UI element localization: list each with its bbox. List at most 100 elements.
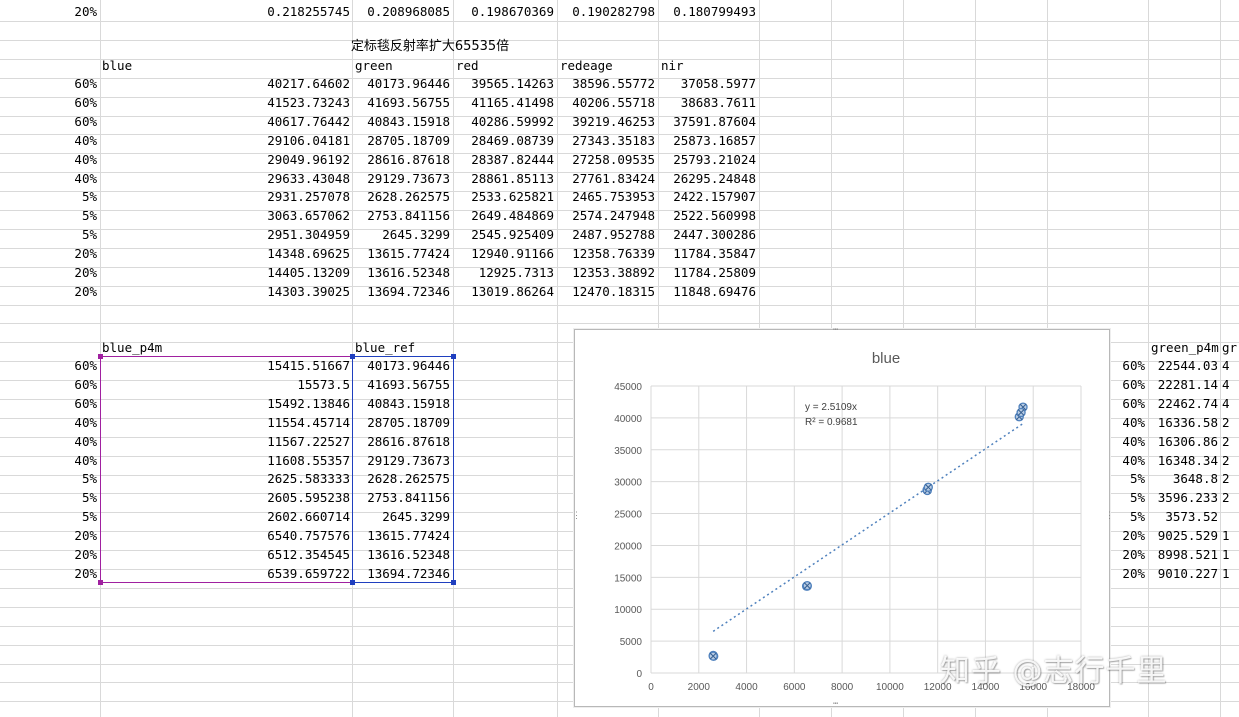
data-cell[interactable]: 4	[1222, 357, 1239, 375]
header-cell-blue[interactable]: blue	[102, 57, 350, 75]
header-cell-redeage[interactable]: redeage	[560, 57, 656, 75]
data-cell[interactable]: 41693.56755	[352, 94, 450, 112]
data-cell[interactable]: 12940.91166	[453, 245, 554, 263]
row-label[interactable]: 40%	[0, 132, 97, 150]
data-cell[interactable]: 40286.59992	[453, 113, 554, 131]
data-cell[interactable]: 22462.74	[1148, 395, 1218, 413]
data-cell[interactable]: 13019.86264	[453, 283, 554, 301]
data-cell[interactable]	[1222, 508, 1239, 526]
data-cell[interactable]: 12925.7313	[453, 264, 554, 282]
data-cell[interactable]: 2422.157907	[658, 188, 756, 206]
data-cell[interactable]: 2931.257078	[100, 188, 350, 206]
data-cell[interactable]: 1	[1222, 546, 1239, 564]
data-cell[interactable]: 3573.52	[1148, 508, 1218, 526]
row-label[interactable]: 40%	[0, 452, 97, 470]
data-cell[interactable]: 9025.529	[1148, 527, 1218, 545]
data-cell[interactable]: 1	[1222, 527, 1239, 545]
data-cell[interactable]: 13615.77424	[352, 245, 450, 263]
row-label[interactable]: 5%	[0, 508, 97, 526]
data-cell[interactable]: 16348.34	[1148, 452, 1218, 470]
data-cell[interactable]: 40843.15918	[352, 113, 450, 131]
range-handle[interactable]	[98, 354, 103, 359]
data-cell[interactable]: 0.208968085	[352, 3, 450, 21]
data-cell[interactable]: 29129.73673	[352, 170, 450, 188]
header-cell-red[interactable]: red	[456, 57, 555, 75]
data-cell[interactable]: 29633.43048	[100, 170, 350, 188]
data-cell[interactable]: 4	[1222, 376, 1239, 394]
data-cell[interactable]: 37058.5977	[658, 75, 756, 93]
data-cell[interactable]: 2	[1222, 489, 1239, 507]
data-cell[interactable]: 16306.86	[1148, 433, 1218, 451]
data-cell[interactable]: 2	[1222, 452, 1239, 470]
data-cell[interactable]: 2753.841156	[352, 207, 450, 225]
data-cell[interactable]: 13694.72346	[352, 283, 450, 301]
data-cell[interactable]: 12470.18315	[557, 283, 655, 301]
data-cell[interactable]: 16336.58	[1148, 414, 1218, 432]
data-cell[interactable]: 2628.262575	[352, 188, 450, 206]
data-cell[interactable]: 0.190282798	[557, 3, 655, 21]
data-cell[interactable]: 2951.304959	[100, 226, 350, 244]
data-cell[interactable]: 3063.657062	[100, 207, 350, 225]
header-cell-green[interactable]: green	[355, 57, 451, 75]
data-cell[interactable]: 28705.18709	[352, 132, 450, 150]
data-cell[interactable]: 28469.08739	[453, 132, 554, 150]
range-handle[interactable]	[350, 354, 355, 359]
row-label[interactable]: 5%	[0, 207, 97, 225]
row-label[interactable]: 60%	[0, 395, 97, 413]
row-label[interactable]: 60%	[0, 357, 97, 375]
row-label[interactable]: 20%	[0, 283, 97, 301]
data-cell[interactable]: 41523.73243	[100, 94, 350, 112]
row-label[interactable]: 60%	[0, 376, 97, 394]
data-cell[interactable]: 12358.76339	[557, 245, 655, 263]
data-cell[interactable]: 41165.41498	[453, 94, 554, 112]
data-cell[interactable]: 2487.952788	[557, 226, 655, 244]
data-cell[interactable]: 14303.39025	[100, 283, 350, 301]
data-cell[interactable]: 22544.03	[1148, 357, 1218, 375]
row-label[interactable]: 20%	[0, 3, 97, 21]
data-cell[interactable]: 3648.8	[1148, 470, 1218, 488]
row-label[interactable]: 5%	[0, 226, 97, 244]
data-cell[interactable]: 2645.3299	[352, 226, 450, 244]
data-cell[interactable]: 4	[1222, 395, 1239, 413]
data-cell[interactable]: 27258.09535	[557, 151, 655, 169]
header-cell-green-p4m[interactable]: green_p4m	[1151, 339, 1219, 357]
data-cell[interactable]: 40206.55718	[557, 94, 655, 112]
range-handle[interactable]	[451, 580, 456, 585]
data-cell[interactable]: 2533.625821	[453, 188, 554, 206]
data-cell[interactable]: 2522.560998	[658, 207, 756, 225]
data-cell[interactable]: 12353.38892	[557, 264, 655, 282]
data-cell[interactable]: 29049.96192	[100, 151, 350, 169]
data-cell[interactable]: 2465.753953	[557, 188, 655, 206]
data-cell[interactable]: 9010.227	[1148, 565, 1218, 583]
data-cell[interactable]: 39219.46253	[557, 113, 655, 131]
header-cell-blue-ref[interactable]: blue_ref	[355, 339, 451, 357]
data-cell[interactable]: 0.180799493	[658, 3, 756, 21]
row-label[interactable]: 5%	[0, 489, 97, 507]
data-cell[interactable]: 27343.35183	[557, 132, 655, 150]
row-label[interactable]: 20%	[0, 546, 97, 564]
row-label[interactable]: 20%	[0, 245, 97, 263]
data-cell[interactable]: 0.218255745	[100, 3, 350, 21]
data-cell[interactable]: 13616.52348	[352, 264, 450, 282]
data-cell[interactable]: 28861.85113	[453, 170, 554, 188]
range-handle[interactable]	[98, 580, 103, 585]
data-cell[interactable]: 22281.14	[1148, 376, 1218, 394]
data-cell[interactable]: 8998.521	[1148, 546, 1218, 564]
data-cell[interactable]: 11784.35847	[658, 245, 756, 263]
data-cell[interactable]: 14348.69625	[100, 245, 350, 263]
data-cell[interactable]: 14405.13209	[100, 264, 350, 282]
row-label[interactable]: 5%	[0, 188, 97, 206]
row-label[interactable]: 20%	[0, 264, 97, 282]
row-label[interactable]: 20%	[0, 565, 97, 583]
data-cell[interactable]: 25873.16857	[658, 132, 756, 150]
data-cell[interactable]: 28387.82444	[453, 151, 554, 169]
range-handle[interactable]	[350, 580, 355, 585]
row-label[interactable]: 60%	[0, 75, 97, 93]
data-cell[interactable]: 2447.300286	[658, 226, 756, 244]
data-cell[interactable]: 38683.7611	[658, 94, 756, 112]
header-cell-blue-p4m[interactable]: blue_p4m	[102, 339, 350, 357]
data-cell[interactable]: 28616.87618	[352, 151, 450, 169]
data-cell[interactable]: 37591.87604	[658, 113, 756, 131]
data-cell[interactable]: 38596.55772	[557, 75, 655, 93]
data-cell[interactable]: 2	[1222, 414, 1239, 432]
